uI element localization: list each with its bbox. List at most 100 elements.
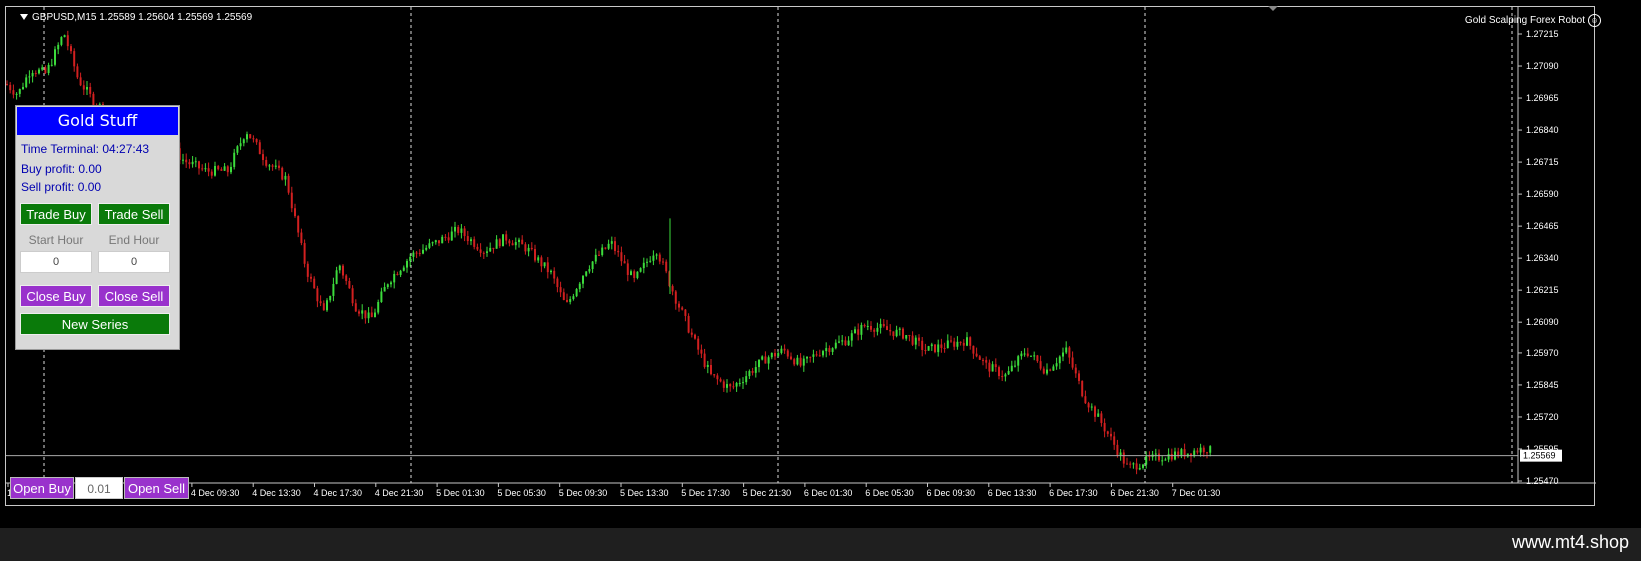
candle-body — [438, 240, 440, 244]
candle-body — [607, 243, 610, 249]
candle-body — [319, 301, 322, 304]
candle-body — [300, 232, 303, 244]
candle-body — [54, 49, 56, 65]
candle-body — [44, 67, 47, 74]
candle-body — [482, 252, 485, 254]
candle-body — [198, 161, 200, 169]
scroll-marker-icon[interactable] — [1268, 6, 1278, 11]
candle-body — [316, 288, 319, 302]
candle-body — [50, 64, 53, 66]
candle-body — [364, 310, 367, 319]
candle-body — [358, 311, 360, 314]
candle-body — [786, 350, 789, 357]
candle-body — [1097, 413, 1100, 417]
candle-body — [751, 371, 754, 373]
candle-body — [662, 261, 664, 263]
candle-body — [831, 348, 834, 352]
candle-body — [1206, 452, 1208, 454]
candle-body — [601, 247, 604, 256]
candle-body — [735, 383, 738, 387]
trade-sell-button[interactable]: Trade Sell — [98, 203, 170, 225]
candle-body — [1090, 406, 1093, 408]
price-tick-label: 1.26340 — [1526, 253, 1559, 263]
chart-area[interactable]: 1.27215 1.27090 1.26965 1.26840 1.26715 1.265… — [5, 6, 1596, 507]
candle-body — [892, 331, 895, 337]
candle-body — [396, 273, 399, 275]
candle-body — [684, 309, 687, 316]
new-series-button[interactable]: New Series — [20, 313, 170, 335]
candle-body — [966, 337, 968, 346]
candle-body — [31, 73, 34, 77]
candle-body — [57, 44, 60, 50]
lot-size-input[interactable]: 0.01 — [75, 477, 123, 499]
candle-body — [1154, 453, 1157, 455]
time-tick-label: 5 Dec 09:30 — [559, 488, 608, 498]
candle-body — [793, 359, 796, 365]
candle-body — [626, 263, 629, 275]
candle-body — [700, 349, 703, 354]
price-tick-label: 1.26715 — [1526, 157, 1559, 167]
candle-body — [476, 246, 479, 250]
symbol-quote: GBPUSD,M15 1.25589 1.25604 1.25569 1.255… — [32, 12, 253, 23]
candle-body — [732, 386, 735, 388]
time-tick-label: 5 Dec 17:30 — [681, 488, 730, 498]
candle-body — [857, 329, 860, 335]
trade-buy-button[interactable]: Trade Buy — [20, 203, 92, 225]
candle-body — [217, 166, 220, 170]
candle-body — [924, 349, 927, 351]
candle-body — [681, 307, 684, 310]
candle-body — [530, 247, 533, 250]
candle-body — [719, 379, 722, 382]
candle-body — [879, 324, 882, 328]
candle-body — [1004, 374, 1007, 377]
candle-body — [390, 282, 392, 285]
candle-body — [930, 344, 933, 347]
candle-body — [902, 328, 904, 339]
candle-body — [630, 271, 632, 275]
candle-body — [985, 360, 988, 363]
candle-body — [393, 273, 396, 283]
candle-body — [60, 37, 63, 45]
candle-body — [79, 77, 82, 86]
candle-body — [754, 367, 757, 373]
start-hour-input[interactable]: 0 — [20, 251, 92, 273]
open-buy-button[interactable]: Open Buy — [10, 477, 74, 499]
candle-body — [1103, 422, 1106, 432]
candle-body — [210, 171, 213, 176]
price-chart[interactable]: 1.27215 1.27090 1.26965 1.26840 1.26715 1.265… — [6, 7, 1596, 507]
candle-body — [479, 249, 482, 253]
candle-body — [956, 341, 959, 347]
candle-body — [1167, 453, 1170, 460]
candle-body — [524, 244, 527, 252]
candle-body — [428, 243, 431, 248]
candle-body — [1017, 356, 1020, 366]
candle-body — [636, 271, 639, 278]
close-sell-button[interactable]: Close Sell — [98, 285, 170, 307]
candle-body — [431, 242, 434, 244]
close-buy-button[interactable]: Close Buy — [20, 285, 92, 307]
candle-body — [620, 252, 623, 262]
candle-body — [828, 348, 831, 352]
candle-body — [444, 236, 447, 238]
candle-body — [556, 278, 559, 288]
smiley-icon: ☺ — [1588, 14, 1601, 27]
candle-body — [521, 239, 524, 245]
candle-body — [441, 236, 444, 244]
candle-body — [591, 261, 594, 270]
candle-body — [694, 334, 696, 339]
candle-body — [863, 324, 866, 327]
candle-body — [1033, 355, 1036, 357]
time-tick-label: 4 Dec 21:30 — [375, 488, 424, 498]
time-tick-label: 6 Dec 09:30 — [927, 488, 976, 498]
candle-body — [566, 300, 568, 302]
candle-body — [825, 348, 828, 352]
candle-body — [1049, 369, 1052, 371]
chart-menu-triangle-icon[interactable] — [20, 14, 28, 21]
candle-body — [918, 337, 920, 341]
candle-body — [572, 296, 575, 300]
open-sell-button[interactable]: Open Sell — [124, 477, 189, 499]
end-hour-input[interactable]: 0 — [98, 251, 170, 273]
candle-body — [287, 175, 290, 193]
price-tick-label: 1.25845 — [1526, 380, 1559, 390]
candle-body — [1202, 447, 1205, 453]
